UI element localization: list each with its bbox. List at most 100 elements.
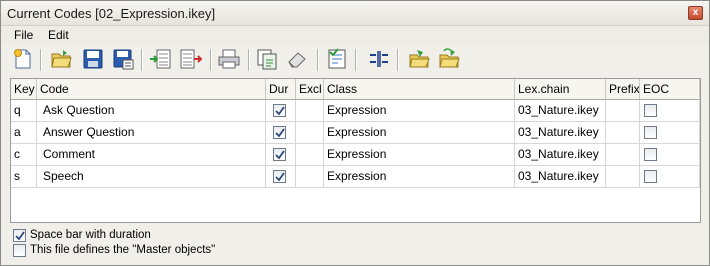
dur-cell	[266, 100, 296, 122]
lex-chain-cell[interactable]: 03_Nature.ikey	[515, 122, 606, 144]
dur-cell	[266, 144, 296, 166]
prefix-cell[interactable]	[606, 144, 640, 166]
folder-refresh-button[interactable]	[437, 47, 461, 71]
menu-edit[interactable]: Edit	[48, 28, 69, 42]
prefix-cell[interactable]	[606, 122, 640, 144]
excl-cell[interactable]	[296, 122, 324, 144]
save-as-icon	[113, 49, 134, 70]
codes-table: Key Code Dur Excl Class Lex.chain Prefix…	[10, 78, 701, 223]
master-objects-label: This file defines the "Master objects"	[30, 244, 216, 256]
toolbar-separator	[355, 49, 357, 71]
key-cell[interactable]: c	[11, 144, 37, 166]
code-cell[interactable]: Speech	[37, 166, 266, 188]
folder-edit-icon	[409, 50, 430, 68]
checkmark-icon	[275, 150, 285, 160]
save-as-button[interactable]	[111, 47, 135, 71]
eoc-checkbox[interactable]	[644, 148, 657, 161]
eoc-cell	[640, 144, 700, 166]
toolbar-separator	[141, 49, 143, 71]
dur-checkbox[interactable]	[273, 126, 286, 139]
dur-cell	[266, 122, 296, 144]
table-row[interactable]: c Comment Expression 03_Nature.ikey	[11, 144, 700, 166]
copy-icon	[257, 49, 277, 70]
master-objects-checkbox[interactable]	[13, 244, 26, 257]
column-header-key[interactable]: Key	[11, 79, 37, 100]
folder-edit-button[interactable]	[407, 47, 431, 71]
lex-chain-cell[interactable]: 03_Nature.ikey	[515, 144, 606, 166]
open-button[interactable]	[49, 47, 73, 71]
space-bar-checkbox[interactable]	[13, 229, 26, 242]
new-file-icon	[14, 49, 31, 69]
export-icon	[180, 49, 203, 69]
eoc-checkbox[interactable]	[644, 126, 657, 139]
prefix-cell[interactable]	[606, 100, 640, 122]
toolbar	[5, 45, 705, 75]
copy-button[interactable]	[255, 47, 279, 71]
column-header-excl[interactable]: Excl	[296, 79, 324, 100]
class-cell[interactable]: Expression	[324, 122, 515, 144]
dur-cell	[266, 166, 296, 188]
class-cell[interactable]: Expression	[324, 144, 515, 166]
columns-button[interactable]	[367, 47, 391, 71]
toolbar-separator	[397, 49, 399, 71]
space-bar-label: Space bar with duration	[30, 229, 151, 241]
column-header-class[interactable]: Class	[324, 79, 515, 100]
import-button[interactable]	[148, 47, 172, 71]
dur-checkbox[interactable]	[273, 170, 286, 183]
column-header-prefix[interactable]: Prefix	[606, 79, 640, 100]
eoc-cell	[640, 122, 700, 144]
table-row[interactable]: a Answer Question Expression 03_Nature.i…	[11, 122, 700, 144]
save-button[interactable]	[81, 47, 105, 71]
column-header-dur[interactable]: Dur	[266, 79, 296, 100]
excl-cell[interactable]	[296, 166, 324, 188]
check-document-button[interactable]	[325, 47, 349, 71]
print-icon	[218, 49, 240, 69]
print-button[interactable]	[217, 47, 241, 71]
eoc-cell	[640, 100, 700, 122]
dur-checkbox[interactable]	[273, 104, 286, 117]
menu-file[interactable]: File	[14, 28, 33, 42]
column-header-lex-chain[interactable]: Lex.chain	[515, 79, 606, 100]
export-button[interactable]	[179, 47, 203, 71]
lex-chain-cell[interactable]: 03_Nature.ikey	[515, 100, 606, 122]
options-panel: Space bar with duration This file define…	[10, 223, 701, 261]
class-cell[interactable]: Expression	[324, 166, 515, 188]
eoc-checkbox[interactable]	[644, 170, 657, 183]
code-cell[interactable]: Answer Question	[37, 122, 266, 144]
table-row[interactable]: q Ask Question Expression 03_Nature.ikey	[11, 100, 700, 122]
current-codes-window: Current Codes [02_Expression.ikey] x Fil…	[0, 0, 710, 266]
table-row[interactable]: s Speech Expression 03_Nature.ikey	[11, 166, 700, 188]
eraser-button[interactable]	[285, 47, 309, 71]
key-cell[interactable]: q	[11, 100, 37, 122]
lex-chain-cell[interactable]: 03_Nature.ikey	[515, 166, 606, 188]
key-cell[interactable]: a	[11, 122, 37, 144]
checkmark-icon	[275, 128, 285, 138]
toolbar-separator	[210, 49, 212, 71]
eoc-checkbox[interactable]	[644, 104, 657, 117]
window-title: Current Codes [02_Expression.ikey]	[7, 6, 216, 21]
prefix-cell[interactable]	[606, 166, 640, 188]
open-folder-icon	[51, 50, 72, 68]
columns-icon	[370, 51, 388, 67]
title-bar[interactable]: Current Codes [02_Expression.ikey] x	[1, 1, 709, 26]
checkmark-icon	[275, 106, 285, 116]
toolbar-separator	[40, 49, 42, 71]
close-icon: x	[692, 7, 699, 18]
toolbar-separator	[317, 49, 319, 71]
toolbar-separator	[248, 49, 250, 71]
excl-cell[interactable]	[296, 100, 324, 122]
dur-checkbox[interactable]	[273, 148, 286, 161]
import-icon	[150, 49, 171, 69]
key-cell[interactable]: s	[11, 166, 37, 188]
column-header-code[interactable]: Code	[37, 79, 266, 100]
close-button[interactable]: x	[688, 6, 703, 20]
document-check-icon	[328, 48, 346, 69]
code-cell[interactable]: Comment	[37, 144, 266, 166]
column-header-eoc[interactable]: EOC	[640, 79, 700, 100]
checkmark-icon	[15, 231, 25, 241]
new-file-button[interactable]	[11, 47, 35, 71]
code-cell[interactable]: Ask Question	[37, 100, 266, 122]
eoc-cell	[640, 166, 700, 188]
class-cell[interactable]: Expression	[324, 100, 515, 122]
excl-cell[interactable]	[296, 144, 324, 166]
